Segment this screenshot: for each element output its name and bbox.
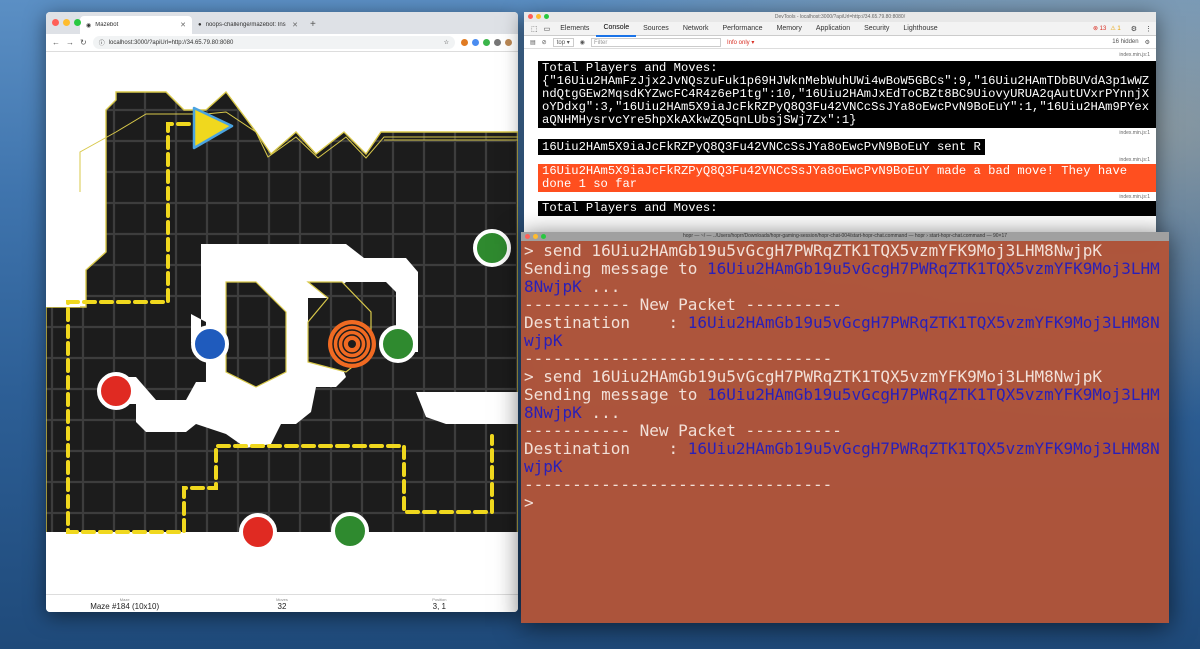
devtools-title: DevTools - localhost:3000/?apiUrl=http:/… — [774, 14, 906, 20]
log-levels-select[interactable]: Info only ▾ — [727, 39, 754, 46]
source-link[interactable]: index.min.js:1 — [1119, 52, 1156, 58]
tab-network[interactable]: Network — [676, 22, 716, 36]
tab-title: noops-challenge/mazebot: Ins — [205, 22, 286, 28]
terminal-line: Sending message to 16Uiu2HAmGb19u5vGcgH7… — [524, 385, 1160, 422]
extension-icon[interactable] — [483, 39, 490, 46]
close-window-button[interactable] — [525, 234, 530, 239]
tab-sources[interactable]: Sources — [636, 22, 676, 36]
console-toolbar: ▤ ⊘ top ▾ ◉ Filter Info only ▾ 16 hidden… — [524, 36, 1156, 49]
source-link[interactable]: index.min.js:1 — [1119, 194, 1156, 200]
context-select[interactable]: top ▾ — [552, 37, 574, 47]
tab-performance[interactable]: Performance — [716, 22, 770, 36]
terminal-line: ----------- New Packet ---------- — [524, 421, 842, 440]
terminal-line: -------------------------------- — [524, 475, 833, 494]
back-icon[interactable]: ← — [52, 38, 60, 47]
tab-application[interactable]: Application — [809, 22, 857, 36]
terminal-title: hopr — ~/ — ../Users/hoprr/Downloads/hop… — [682, 233, 1008, 239]
tab-lighthouse[interactable]: Lighthouse — [896, 22, 944, 36]
window-controls — [525, 234, 546, 239]
console-message: Total Players and Moves: — [538, 201, 1156, 216]
close-tab-icon[interactable]: ✕ — [180, 21, 186, 29]
globe-icon: ◉ — [86, 22, 92, 29]
address-bar-row: ← → ↻ ⓘ localhost:3000/?apiUrl=http://34… — [46, 34, 518, 52]
position-stat: Position 3, 1 — [361, 595, 518, 612]
tab-console[interactable]: Console — [596, 21, 637, 37]
moves-stat: Moves 32 — [203, 595, 360, 612]
source-link[interactable]: index.min.js:1 — [1119, 130, 1156, 136]
zoom-window-button[interactable] — [544, 14, 549, 19]
warning-count-badge[interactable]: ⚠ 1 — [1110, 25, 1120, 32]
position-value: 3, 1 — [432, 601, 446, 611]
minimize-window-button[interactable] — [533, 234, 538, 239]
forward-icon[interactable]: → — [66, 38, 74, 47]
tab-memory[interactable]: Memory — [770, 22, 809, 36]
puzzle-icon[interactable] — [494, 39, 501, 46]
console-message: 16Uiu2HAm5X9iaJcFkRZPyQ8Q3Fu42VNCcSsJYa8… — [538, 139, 985, 155]
more-icon[interactable]: ⋮ — [1141, 25, 1156, 33]
tab-security[interactable]: Security — [857, 22, 896, 36]
terminal-line: Destination : 16Uiu2HAmGb19u5vGcgH7PWRqZ… — [524, 313, 1160, 350]
close-tab-icon[interactable]: ✕ — [292, 21, 298, 29]
device-toggle-icon[interactable]: ▭ — [541, 25, 554, 33]
tab-elements[interactable]: Elements — [553, 22, 596, 36]
extensions — [461, 39, 512, 46]
source-link[interactable]: index.min.js:1 — [1119, 157, 1156, 163]
maze-stat: Maze Maze #184 (10x10) — [46, 595, 203, 612]
terminal-line: -------------------------------- — [524, 349, 833, 368]
error-count-badge[interactable]: ⊗ 13 — [1093, 25, 1106, 32]
devtools-titlebar: DevTools - localhost:3000/?apiUrl=http:/… — [524, 12, 1156, 22]
tab-github[interactable]: ● noops-challenge/mazebot: Ins ✕ — [192, 16, 304, 34]
console-error-message: 16Uiu2HAm5X9iaJcFkRZPyQ8Q3Fu42VNCcSsJYa8… — [538, 164, 1156, 192]
browser-tabbar: ◉ Mazebot ✕ ● noops-challenge/mazebot: I… — [46, 12, 518, 34]
inspect-icon[interactable]: ⬚ — [528, 25, 541, 33]
maze-name: Maze #184 (10x10) — [90, 601, 160, 611]
tab-title: Mazebot — [95, 22, 119, 28]
browser-window: ◉ Mazebot ✕ ● noops-challenge/mazebot: I… — [46, 12, 518, 612]
window-controls — [528, 14, 549, 19]
close-window-button[interactable] — [52, 19, 59, 26]
maze-status-bar: Maze Maze #184 (10x10) Moves 32 Position… — [46, 594, 518, 612]
clear-console-icon[interactable]: ⊘ — [542, 39, 547, 46]
gear-icon[interactable]: ⚙ — [1127, 25, 1141, 33]
terminal-output: > send 16Uiu2HAmGb19u5vGcgH7PWRqZTK1TQX5… — [521, 241, 1169, 513]
extension-icon[interactable] — [472, 39, 479, 46]
terminal-window[interactable]: hopr — ~/ — ../Users/hoprr/Downloads/hop… — [521, 232, 1169, 623]
new-tab-button[interactable]: + — [304, 16, 322, 34]
terminal-line: Destination : 16Uiu2HAmGb19u5vGcgH7PWRqZ… — [524, 439, 1160, 476]
reload-icon[interactable]: ↻ — [80, 38, 87, 47]
window-controls — [52, 19, 81, 26]
console-message: Total Players and Moves: {"16Uiu2HAmFzJj… — [538, 61, 1156, 128]
close-window-button[interactable] — [528, 14, 533, 19]
terminal-line: Sending message to 16Uiu2HAmGb19u5vGcgH7… — [524, 259, 1160, 296]
github-icon: ● — [198, 22, 202, 28]
target-icon — [328, 320, 376, 368]
console-filter-input[interactable]: Filter — [590, 37, 721, 47]
terminal-line: > send 16Uiu2HAmGb19u5vGcgH7PWRqZTK1TQX5… — [524, 241, 1102, 260]
url-input[interactable]: ⓘ localhost:3000/?apiUrl=http://34.65.79… — [92, 36, 455, 49]
maze-board[interactable] — [46, 52, 518, 565]
hidden-count: 16 hidden — [1112, 39, 1139, 45]
devtools-window: DevTools - localhost:3000/?apiUrl=http:/… — [524, 12, 1156, 240]
moves-count: 32 — [277, 601, 287, 611]
console-settings-icon[interactable]: ⚙ — [1145, 39, 1150, 46]
terminal-line: > — [524, 493, 534, 512]
minimize-window-button[interactable] — [63, 19, 70, 26]
zoom-window-button[interactable] — [541, 234, 546, 239]
metamask-icon[interactable] — [461, 39, 468, 46]
star-icon[interactable]: ☆ — [444, 39, 449, 46]
zoom-window-button[interactable] — [74, 19, 81, 26]
lock-icon: ⓘ — [98, 41, 105, 47]
devtools-tabs: ⬚ ▭ Elements Console Sources Network Per… — [524, 21, 1156, 37]
terminal-line: ----------- New Packet ---------- — [524, 295, 842, 314]
url-text: localhost:3000/?apiUrl=http://34.65.79.8… — [108, 39, 234, 46]
terminal-line: > send 16Uiu2HAmGb19u5vGcgH7PWRqZTK1TQX5… — [524, 367, 1102, 386]
console-output: index.min.js:1 Total Players and Moves: … — [524, 49, 1156, 240]
tab-mazebot[interactable]: ◉ Mazebot ✕ — [80, 16, 192, 34]
eye-icon[interactable]: ◉ — [580, 39, 585, 46]
sidebar-toggle-icon[interactable]: ▤ — [530, 39, 536, 46]
avatar[interactable] — [505, 39, 512, 46]
minimize-window-button[interactable] — [536, 14, 541, 19]
terminal-titlebar: hopr — ~/ — ../Users/hoprr/Downloads/hop… — [521, 232, 1169, 241]
